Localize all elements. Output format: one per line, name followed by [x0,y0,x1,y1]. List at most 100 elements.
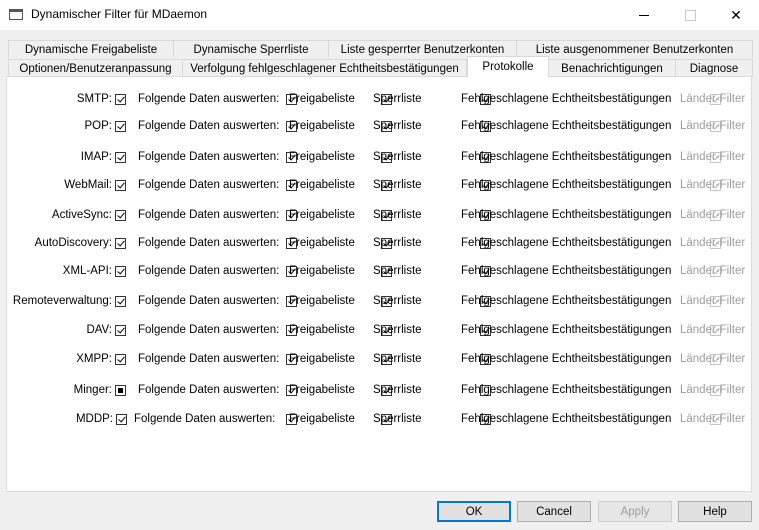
close-button[interactable]: ✕ [713,0,759,30]
protocol-enabled-checkbox[interactable] [115,121,126,133]
protocol-row: DAV: Folgende Daten auswerten: Freigabelis… [7,322,753,338]
country-filter-label: Länder-Filter [680,93,746,105]
failed-auth-label: Fehlgeschlagene Echtheitsbestätigungen [461,120,672,132]
protocol-enabled-checkbox[interactable] [115,180,126,192]
failed-auth-label: Fehlgeschlagene Echtheitsbestätigungen [461,324,672,336]
blocklist-label: Sperrliste [373,295,422,307]
protocol-row: XMPP: Folgende Daten auswerten: Freigabeli… [7,351,753,367]
allowlist-label: Freigabeliste [289,120,355,132]
country-filter-label: Länder-Filter [680,151,746,163]
protocol-enabled-checkbox[interactable] [115,354,126,366]
protocol-enabled-checkbox[interactable] [115,266,126,278]
country-filter-label: Länder-Filter [680,209,746,221]
protocol-name-label: SMTP: [76,93,112,105]
failed-auth-label: Fehlgeschlagene Echtheitsbestätigungen [461,151,672,163]
evaluate-data-label: Folgende Daten auswerten: [138,324,280,336]
country-filter-label: Länder-Filter [680,295,746,307]
title-bar: Dynamischer Filter für MDaemon ✕ [0,0,759,30]
tab-dynamische-freigabeliste[interactable]: Dynamische Freigabeliste [8,40,174,58]
allowlist-label: Freigabeliste [289,265,355,277]
evaluate-data-label: Folgende Daten auswerten: [138,120,280,132]
protocol-row: AutoDiscovery: Folgende Daten auswerten: F… [7,235,753,251]
blocklist-label: Sperrliste [373,120,422,132]
maximize-icon [684,9,696,21]
tab-optionen-benutzeranpassung[interactable]: Optionen/Benutzeranpassung [8,59,183,77]
protocol-row: IMAP: Folgende Daten auswerten: Freigabeli… [7,149,753,165]
protocol-enabled-checkbox[interactable] [115,385,126,397]
allowlist-label: Freigabeliste [289,353,355,365]
tab-protokolle[interactable]: Protokolle [467,56,549,77]
blocklist-label: Sperrliste [373,209,422,221]
allowlist-label: Freigabeliste [289,237,355,249]
blocklist-label: Sperrliste [373,93,422,105]
protocol-name-label: DAV: [86,324,112,336]
country-filter-label: Länder-Filter [680,237,746,249]
country-filter-label: Länder-Filter [680,120,746,132]
app-window-icon [9,9,23,20]
protocol-enabled-checkbox[interactable] [115,94,126,106]
minimize-icon [639,14,649,16]
protocol-name-label: Remoteverwaltung: [12,295,112,307]
allowlist-label: Freigabeliste [289,413,355,425]
maximize-button [667,0,713,30]
protocol-enabled-checkbox[interactable] [116,414,127,426]
country-filter-label: Länder-Filter [680,265,746,277]
protocol-enabled-checkbox[interactable] [115,296,126,308]
tab-dynamische-sperrliste[interactable]: Dynamische Sperrliste [173,40,329,58]
failed-auth-label: Fehlgeschlagene Echtheitsbestätigungen [461,237,672,249]
allowlist-label: Freigabeliste [289,209,355,221]
evaluate-data-label: Folgende Daten auswerten: [138,295,280,307]
allowlist-label: Freigabeliste [289,384,355,396]
tab-benachrichtigungen[interactable]: Benachrichtigungen [548,59,676,77]
failed-auth-label: Fehlgeschlagene Echtheitsbestätigungen [461,295,672,307]
protocol-row: SMTP: Folgende Daten auswerten: Freigabeli… [7,91,753,107]
protocol-enabled-checkbox[interactable] [115,210,126,222]
allowlist-label: Freigabeliste [289,93,355,105]
evaluate-data-label: Folgende Daten auswerten: [138,179,280,191]
tab-liste-ausgenommener-benutzerkonten[interactable]: Liste ausgenommener Benutzerkonten [516,40,753,58]
protocol-row: Minger: Folgende Daten auswerten: Freigabe… [7,382,753,398]
country-filter-label: Länder-Filter [680,353,746,365]
country-filter-label: Länder-Filter [680,324,746,336]
tab-verfolgung-fehlgeschlagener-echtheitsbestätigungen[interactable]: Verfolgung fehlgeschlagener Echtheitsbes… [182,59,467,77]
failed-auth-label: Fehlgeschlagene Echtheitsbestätigungen [461,93,672,105]
protocol-enabled-checkbox[interactable] [115,325,126,337]
tab-diagnose[interactable]: Diagnose [675,59,753,77]
protocol-enabled-checkbox[interactable] [115,152,126,164]
evaluate-data-label: Folgende Daten auswerten: [138,384,280,396]
blocklist-label: Sperrliste [373,353,422,365]
protocol-name-label: AutoDiscovery: [34,237,112,249]
protocol-name-label: XML-API: [62,265,112,277]
cancel-button[interactable]: Cancel [517,501,591,522]
country-filter-label: Länder-Filter [680,413,746,425]
allowlist-label: Freigabeliste [289,324,355,336]
protocol-name-label: Minger: [73,384,112,396]
failed-auth-label: Fehlgeschlagene Echtheitsbestätigungen [461,413,672,425]
protocol-name-label: XMPP: [76,353,112,365]
help-button[interactable]: Help [678,501,752,522]
protocol-row: Remoteverwaltung: Folgende Daten auswerte… [7,293,753,309]
allowlist-label: Freigabeliste [289,179,355,191]
country-filter-label: Länder-Filter [680,384,746,396]
protocol-row: POP: Folgende Daten auswerten: Freigabelis… [7,118,753,134]
country-filter-label: Länder-Filter [680,179,746,191]
minimize-button[interactable] [621,0,667,30]
blocklist-label: Sperrliste [373,384,422,396]
protocol-row: ActiveSync: Folgende Daten auswerten: Frei… [7,207,753,223]
protocols-panel: SMTP: Folgende Daten auswerten: Freigabeli… [6,76,752,492]
evaluate-data-label: Folgende Daten auswerten: [138,237,280,249]
ok-button[interactable]: OK [437,501,511,522]
blocklist-label: Sperrliste [373,179,422,191]
failed-auth-label: Fehlgeschlagene Echtheitsbestätigungen [461,384,672,396]
blocklist-label: Sperrliste [373,413,422,425]
evaluate-data-label: Folgende Daten auswerten: [138,265,280,277]
protocol-name-label: WebMail: [64,179,112,191]
evaluate-data-label: Folgende Daten auswerten: [138,353,280,365]
blocklist-label: Sperrliste [373,265,422,277]
blocklist-label: Sperrliste [373,237,422,249]
protocol-enabled-checkbox[interactable] [115,238,126,250]
evaluate-data-label: Folgende Daten auswerten: [138,151,280,163]
evaluate-data-label: Folgende Daten auswerten: [138,93,280,105]
protocol-row: WebMail: Folgende Daten auswerten: Freigab… [7,177,753,193]
protocol-row: MDDP: Folgende Daten auswerten: Freigabeli… [7,411,753,427]
